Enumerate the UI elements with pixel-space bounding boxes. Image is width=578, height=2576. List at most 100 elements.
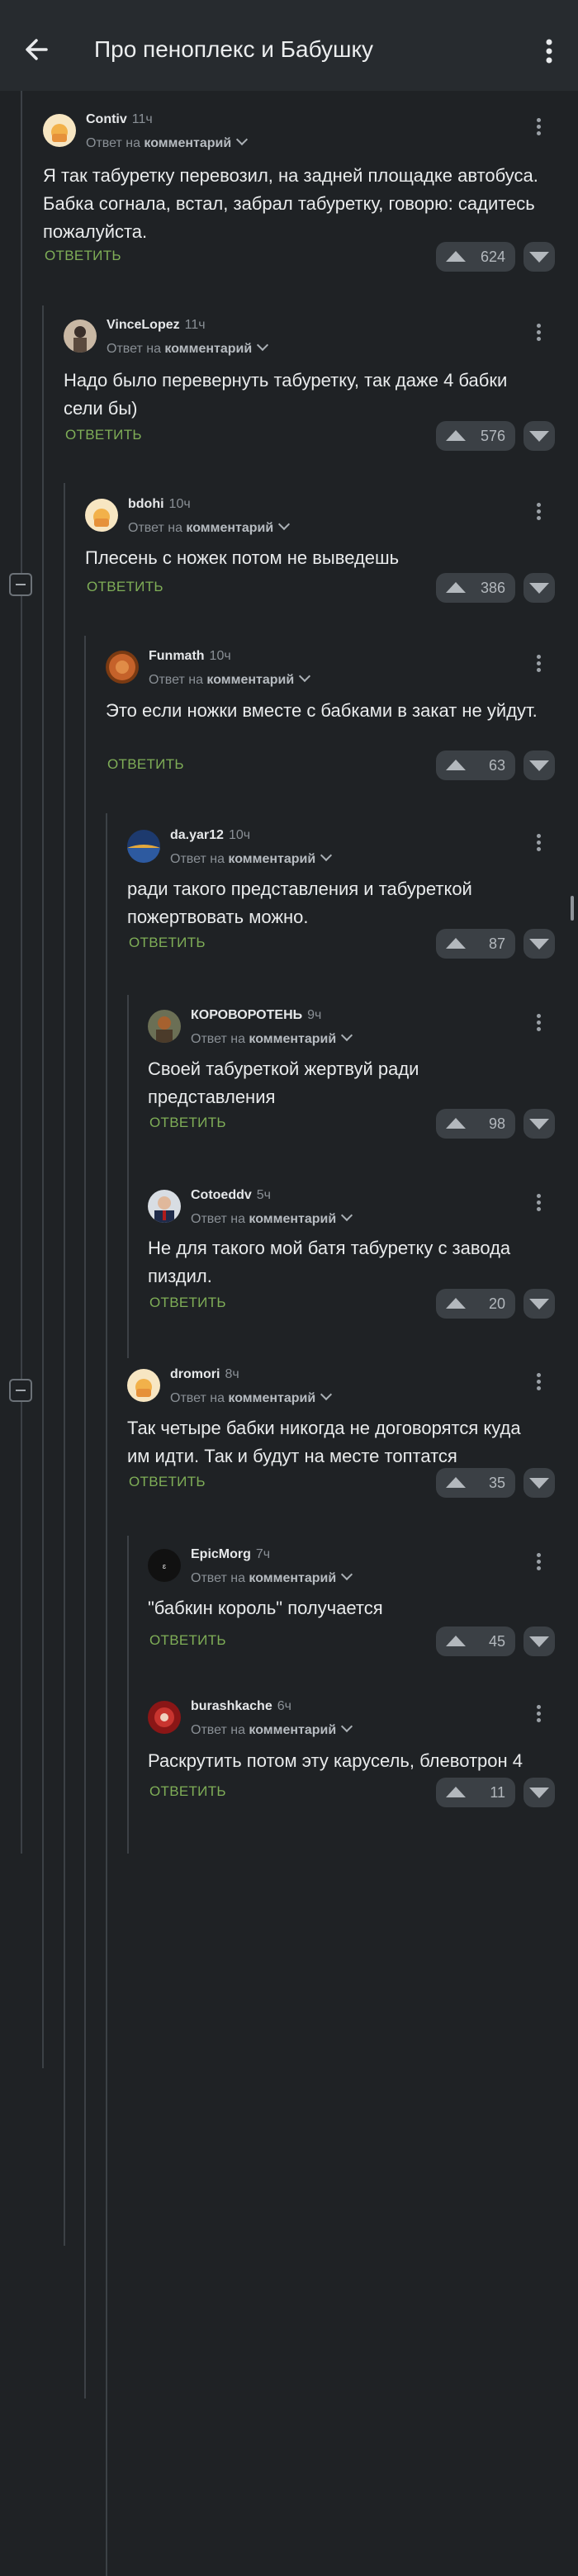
reply-button[interactable]: ОТВЕТИТЬ [149,1632,226,1649]
downvote-button[interactable] [524,1627,555,1656]
reply-button[interactable]: ОТВЕТИТЬ [149,1295,226,1311]
upvote-button[interactable]: 11 [436,1778,515,1807]
triangle-down-icon [529,1478,549,1489]
avatar[interactable] [106,651,139,684]
comment-menu-icon[interactable] [530,1371,547,1394]
comment-menu-icon[interactable] [530,831,547,855]
upvote-button[interactable]: 87 [436,929,515,959]
avatar[interactable]: ɛ [148,1549,181,1582]
reply-button[interactable]: ОТВЕТИТЬ [65,427,142,443]
triangle-down-icon [529,583,549,594]
back-arrow-icon[interactable] [21,33,54,66]
chevron-down-icon [257,339,269,352]
avatar[interactable] [127,830,160,863]
upvote-button[interactable]: 45 [436,1627,515,1656]
avatar[interactable] [43,114,76,147]
avatar[interactable] [148,1010,181,1043]
downvote-button[interactable] [524,1109,555,1139]
reply-to-link[interactable]: Ответ на комментарий [191,1209,353,1227]
triangle-up-icon [446,1477,466,1488]
upvote-button[interactable]: 624 [436,242,515,272]
scrollbar-thumb[interactable] [571,896,574,921]
reply-button[interactable]: ОТВЕТИТЬ [129,1474,206,1490]
reply-button[interactable]: ОТВЕТИТЬ [129,935,206,951]
top-app-bar: Про пеноплекс и Бабушку [0,0,578,91]
page-title: Про пеноплекс и Бабушку [94,36,374,62]
downvote-button[interactable] [524,751,555,780]
upvote-button[interactable]: 576 [436,421,515,451]
comment-menu-icon[interactable] [530,116,547,139]
upvote-button[interactable]: 20 [436,1289,515,1319]
thread-line [21,91,22,1854]
reply-to-link[interactable]: Ответ на комментарий [191,1720,353,1738]
reply-button[interactable]: ОТВЕТИТЬ [149,1115,226,1131]
upvote-button[interactable]: 386 [436,573,515,603]
vote-count: 63 [488,757,505,774]
chevron-down-icon [236,133,249,146]
avatar[interactable] [148,1190,181,1223]
more-vertical-icon[interactable] [537,35,561,68]
comment-text: "бабкин король" получается [148,1598,383,1618]
comment-author[interactable]: dromori 8ч [170,1367,239,1382]
reply-to-link[interactable]: Ответ на комментарий [191,1029,353,1047]
comment-author[interactable]: EpicMorg 7ч [191,1547,270,1562]
comment-author[interactable]: КОРОВОРОТЕНЬ 9ч [191,1008,321,1023]
comment-author[interactable]: bdohi 10ч [128,497,191,512]
comment-menu-icon[interactable] [530,1702,547,1726]
comment-author[interactable]: burashkache 6ч [191,1699,291,1714]
vote-count: 624 [480,249,505,265]
downvote-button[interactable] [524,929,555,959]
comment-menu-icon[interactable] [530,1191,547,1215]
downvote-button[interactable] [524,1289,555,1319]
thread-line [127,995,129,1358]
comment-menu-icon[interactable] [530,1011,547,1035]
reply-button[interactable]: ОТВЕТИТЬ [149,1783,226,1800]
upvote-button[interactable]: 98 [436,1109,515,1139]
triangle-down-icon [529,1636,549,1647]
triangle-down-icon [529,760,549,771]
reply-button[interactable]: ОТВЕТИТЬ [87,579,163,595]
triangle-up-icon [446,430,466,441]
comment-menu-icon[interactable] [530,321,547,344]
avatar[interactable] [85,499,118,532]
reply-to-link[interactable]: Ответ на комментарий [191,1568,353,1586]
chevron-down-icon [320,849,333,862]
reply-to-link[interactable]: Ответ на комментарий [149,670,311,688]
collapse-thread-button[interactable] [9,1379,32,1402]
comment-menu-icon[interactable] [530,1551,547,1574]
reply-button[interactable]: ОТВЕТИТЬ [45,248,121,264]
comment-text: Так четыре бабки никогда не договорятся … [127,1418,521,1466]
comment-author[interactable]: Cotoeddv 5ч [191,1188,271,1203]
collapse-thread-button[interactable] [9,573,32,596]
comment-author[interactable]: VinceLopez 11ч [107,318,206,333]
triangle-up-icon [446,251,466,262]
reply-to-link[interactable]: Ответ на комментарий [170,849,333,867]
comment-menu-icon[interactable] [530,652,547,675]
reply-to-link[interactable]: Ответ на комментарий [128,518,291,536]
upvote-button[interactable]: 63 [436,751,515,780]
thread-line [84,636,86,2398]
comment-text: Я так табуретку перевозил, на задней пло… [43,165,538,242]
comment-author[interactable]: da.yar12 10ч [170,828,250,843]
vote-count: 87 [488,935,505,952]
downvote-button[interactable] [524,1468,555,1498]
comment-author[interactable]: Contiv 11ч [86,112,153,127]
reply-button[interactable]: ОТВЕТИТЬ [107,756,184,773]
comment-time: 11ч [131,112,153,126]
comment-text: Раскрутить потом эту карусель, блевотрон… [148,1750,523,1771]
avatar[interactable] [148,1701,181,1734]
downvote-button[interactable] [524,421,555,451]
reply-to-link[interactable]: Ответ на комментарий [170,1388,333,1406]
comment-author[interactable]: Funmath 10ч [149,649,231,664]
reply-to-link[interactable]: Ответ на комментарий [107,339,269,357]
comment-menu-icon[interactable] [530,500,547,523]
comment-text: Своей табуреткой жертвуй ради представле… [148,1058,419,1107]
reply-to-link[interactable]: Ответ на комментарий [86,133,249,151]
downvote-button[interactable] [524,1778,555,1807]
upvote-button[interactable]: 35 [436,1468,515,1498]
downvote-button[interactable] [524,573,555,603]
comment-time: 5ч [256,1188,272,1202]
avatar[interactable] [64,320,97,353]
downvote-button[interactable] [524,242,555,272]
avatar[interactable] [127,1369,160,1402]
